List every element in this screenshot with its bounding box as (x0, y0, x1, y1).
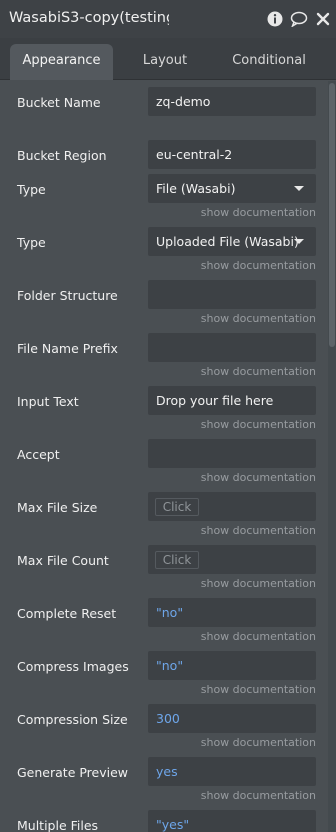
bucket-name-input[interactable]: zq-demo (148, 87, 316, 116)
show-documentation-link[interactable]: show documentation (201, 524, 316, 537)
show-documentation-link[interactable]: show documentation (201, 789, 316, 802)
scrollbar-thumb[interactable] (329, 83, 335, 347)
field-label-type-2: Type (17, 235, 46, 250)
type-2-dropdown-value: Uploaded File (Wasabi) (156, 234, 299, 249)
field-label-folder-structure: Folder Structure (17, 288, 118, 303)
show-documentation-link[interactable]: show documentation (201, 471, 316, 484)
field-label-compress-images: Compress Images (17, 659, 129, 674)
property-row-accept: Accept show documentation (0, 439, 328, 492)
property-row-file-name-prefix: File Name Prefix show documentation (0, 333, 328, 386)
chevron-down-icon (294, 239, 304, 244)
property-row-compression-size: Compression Size 300 show documentation (0, 704, 328, 757)
compression-size-input[interactable]: 300 (148, 704, 316, 733)
tab-conditional[interactable]: Conditional (222, 44, 316, 80)
close-icon[interactable] (314, 10, 332, 28)
field-label-input-text: Input Text (17, 394, 79, 409)
accept-input[interactable] (148, 439, 316, 468)
field-label-compression-size: Compression Size (17, 712, 128, 727)
generate-preview-input[interactable]: yes (148, 757, 316, 786)
show-documentation-link[interactable]: show documentation (201, 418, 316, 431)
property-row-input-text: Input Text Drop your file here show docume… (0, 386, 328, 439)
field-label-multiple-files: Multiple Files (17, 818, 99, 832)
scrollbar[interactable] (328, 81, 336, 832)
field-label-generate-preview: Generate Preview (17, 765, 129, 780)
show-documentation-link[interactable]: show documentation (201, 577, 316, 590)
complete-reset-input[interactable]: "no" (148, 598, 316, 627)
compress-images-input[interactable]: "no" (148, 651, 316, 680)
folder-structure-input[interactable] (148, 280, 316, 309)
field-label-bucket-name: Bucket Name (17, 95, 101, 110)
tab-appearance[interactable]: Appearance (10, 44, 113, 80)
type-2-dropdown[interactable]: Uploaded File (Wasabi) (148, 227, 316, 256)
tab-layout[interactable]: Layout (121, 44, 209, 80)
bucket-region-input[interactable]: eu-central-2 (148, 140, 316, 169)
property-row-multiple-files: Multiple Files "yes" (0, 810, 328, 832)
show-documentation-link[interactable]: show documentation (201, 736, 316, 749)
field-label-type: Type (17, 182, 46, 197)
info-icon[interactable] (266, 10, 284, 28)
tab-bar: Appearance Layout Conditional (0, 38, 336, 80)
show-documentation-link[interactable]: show documentation (201, 365, 316, 378)
max-file-size-input[interactable]: Click (148, 492, 316, 521)
property-row-bucket-name: Bucket Name zq-demo (0, 87, 328, 140)
type-dropdown[interactable]: File (Wasabi) (148, 174, 316, 203)
property-row-folder-structure: Folder Structure show documentation (0, 280, 328, 333)
field-label-max-file-size: Max File Size (17, 500, 98, 515)
max-file-count-click-button[interactable]: Click (155, 551, 199, 569)
property-row-max-file-count: Max File Count Click show documentation (0, 545, 328, 598)
file-name-prefix-input[interactable] (148, 333, 316, 362)
property-row-max-file-size: Max File Size Click show documentation (0, 492, 328, 545)
field-label-max-file-count: Max File Count (17, 553, 109, 568)
element-title[interactable]: WasabiS3-copy(testing) A (9, 10, 169, 26)
show-documentation-link[interactable]: show documentation (201, 259, 316, 272)
title-bar: WasabiS3-copy(testing) A (0, 0, 336, 38)
input-text-input[interactable]: Drop your file here (148, 386, 316, 415)
property-row-generate-preview: Generate Preview yes show documentation (0, 757, 328, 810)
field-label-file-name-prefix: File Name Prefix (17, 341, 118, 356)
type-dropdown-value: File (Wasabi) (156, 181, 236, 196)
property-row-compress-images: Compress Images "no" show documentation (0, 651, 328, 704)
show-documentation-link[interactable]: show documentation (201, 312, 316, 325)
multiple-files-input[interactable]: "yes" (148, 810, 316, 832)
property-row-complete-reset: Complete Reset "no" show documentation (0, 598, 328, 651)
show-documentation-link[interactable]: show documentation (201, 206, 316, 219)
show-documentation-link[interactable]: show documentation (201, 683, 316, 696)
property-row-type-2: Type Uploaded File (Wasabi) show documenta… (0, 227, 328, 280)
chevron-down-icon (294, 186, 304, 191)
comment-icon[interactable] (290, 10, 308, 28)
field-label-accept: Accept (17, 447, 60, 462)
field-label-complete-reset: Complete Reset (17, 606, 117, 621)
show-documentation-link[interactable]: show documentation (201, 630, 316, 643)
max-file-count-input[interactable]: Click (148, 545, 316, 574)
max-file-size-click-button[interactable]: Click (155, 498, 199, 516)
property-panel: Bucket Name zq-demo Bucket Region eu-centra… (0, 81, 328, 832)
field-label-bucket-region: Bucket Region (17, 148, 107, 163)
property-row-type: Type File (Wasabi) show documentation (0, 174, 328, 227)
